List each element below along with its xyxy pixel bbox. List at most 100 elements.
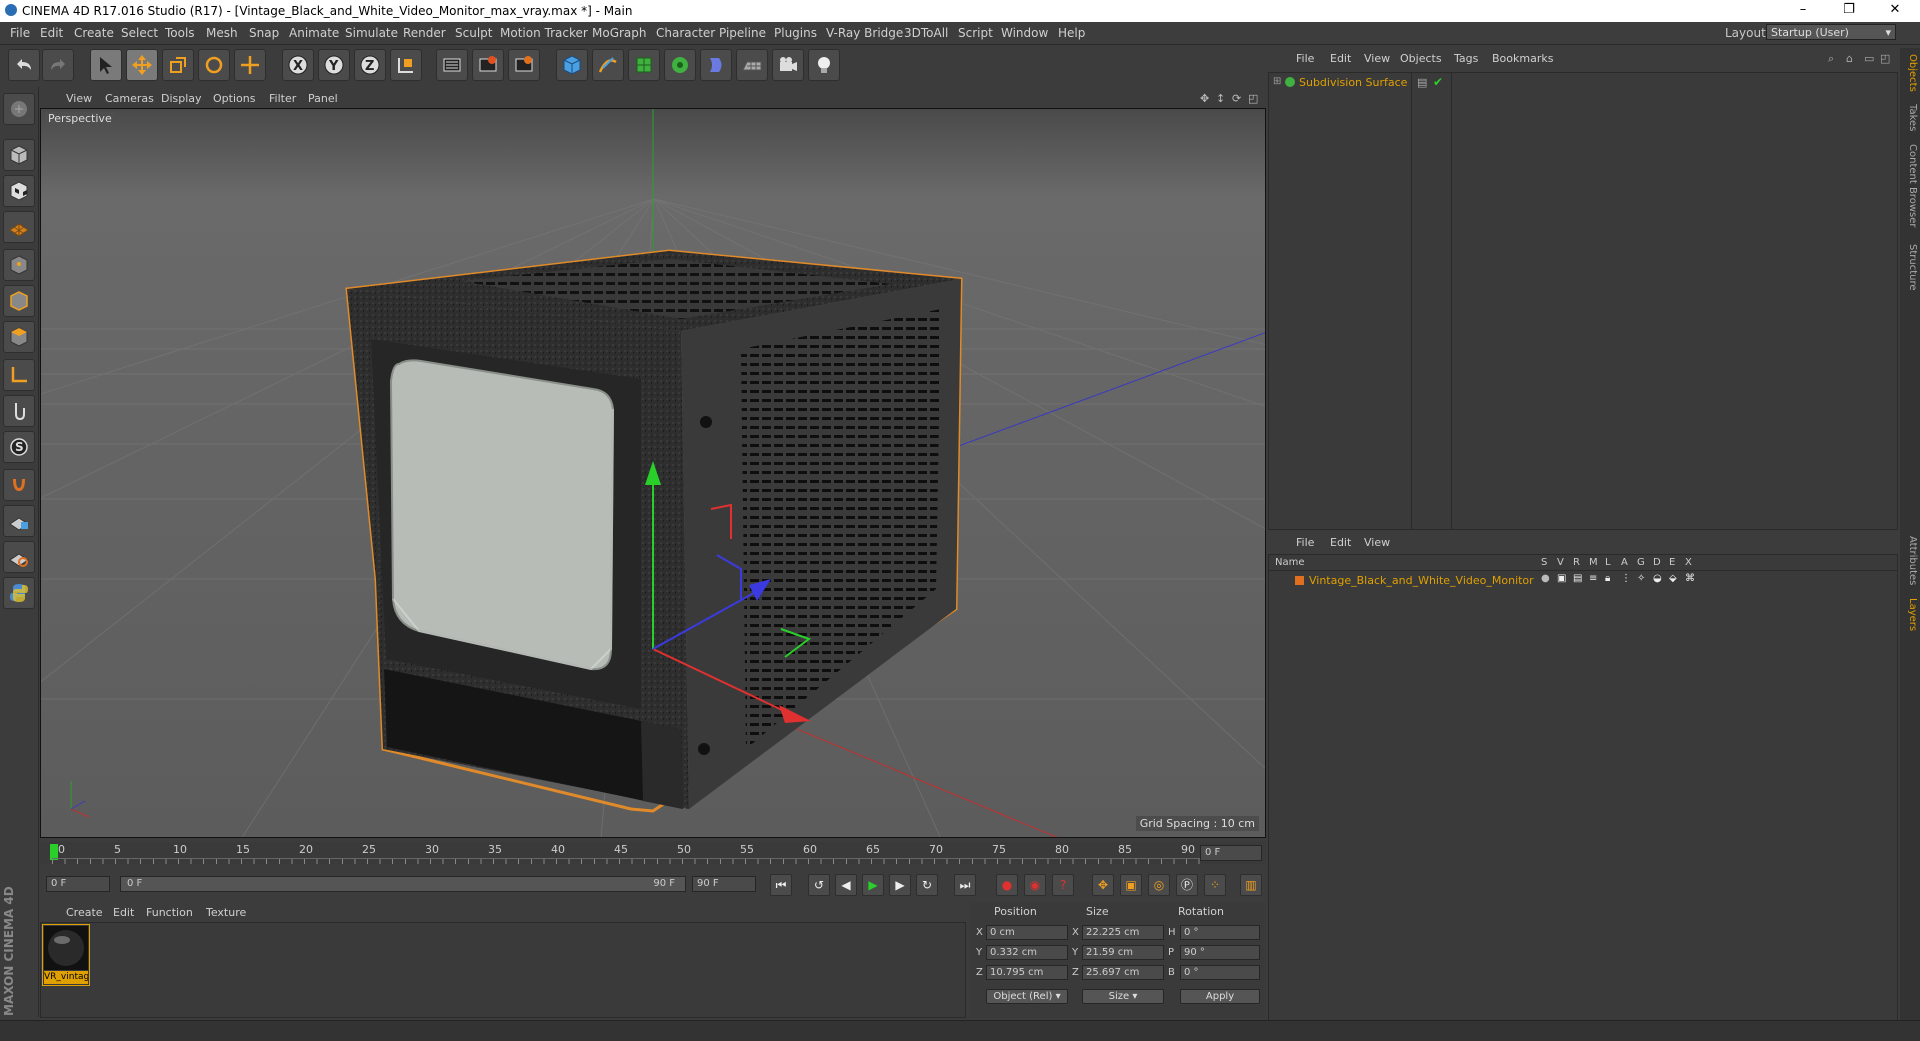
- autokeying-button[interactable]: ◉: [1024, 874, 1046, 896]
- coordinate-mode-dropdown[interactable]: Object (Rel) ▾: [986, 989, 1068, 1004]
- viewport-menu-options[interactable]: Options: [213, 92, 255, 105]
- timeline-ruler[interactable]: 0 5 10 15 20 25 30 35 40 45 50 55 60 65 …: [40, 842, 1266, 864]
- tab-content-browser[interactable]: Content Browser: [1902, 144, 1918, 227]
- layers-menu-view[interactable]: View: [1364, 536, 1390, 549]
- size-x-field[interactable]: 22.225 cm: [1082, 925, 1164, 940]
- layer-deformers-icon[interactable]: ◒: [1653, 573, 1662, 584]
- live-select-button[interactable]: [234, 49, 266, 81]
- go-to-start-button[interactable]: ⏮: [770, 874, 792, 896]
- close-button[interactable]: ✕: [1872, 0, 1918, 22]
- render-view-button[interactable]: [436, 49, 468, 81]
- menu-sculpt[interactable]: Sculpt: [455, 26, 492, 40]
- record-active-objects-button[interactable]: ●: [996, 874, 1018, 896]
- home-icon[interactable]: ⌂: [1846, 52, 1853, 65]
- 3d-viewport[interactable]: Perspective Grid Spacing : 10 cm: [40, 108, 1266, 838]
- enable-snap-button[interactable]: [3, 469, 35, 501]
- object-visibility-icon[interactable]: ▤: [1417, 76, 1427, 89]
- model-mode-button[interactable]: [3, 139, 35, 171]
- layer-row[interactable]: Vintage_Black_and_White_Video_Monitor ● …: [1269, 573, 1897, 589]
- python-button[interactable]: [3, 577, 35, 609]
- viewport-zoom-icon[interactable]: ↕: [1216, 92, 1225, 105]
- menu-snap[interactable]: Snap: [249, 26, 279, 40]
- objects-menu-bookmarks[interactable]: Bookmarks: [1492, 52, 1553, 65]
- camera-button[interactable]: [772, 49, 804, 81]
- timeline-window-button[interactable]: ▥: [1240, 874, 1262, 896]
- viewport-menu-panel[interactable]: Panel: [308, 92, 338, 105]
- menu-3dtoall[interactable]: 3DToAll: [904, 26, 948, 40]
- play-button[interactable]: ▶: [862, 874, 884, 896]
- object-name[interactable]: Subdivision Surface: [1299, 76, 1407, 89]
- layer-expressions-icon[interactable]: ⬙: [1669, 573, 1677, 584]
- rotation-b-field[interactable]: 0 °: [1180, 965, 1260, 980]
- menu-animate[interactable]: Animate: [289, 26, 339, 40]
- texture-mode-button[interactable]: [3, 175, 35, 207]
- tab-layers[interactable]: Layers: [1902, 598, 1918, 631]
- menu-motion-tracker[interactable]: Motion Tracker: [500, 26, 588, 40]
- menu-select[interactable]: Select: [121, 26, 158, 40]
- expand-icon[interactable]: ⊞: [1273, 76, 1281, 87]
- previous-keyframe-button[interactable]: ↺: [808, 874, 830, 896]
- floor-button[interactable]: [736, 49, 768, 81]
- layers-menu-file[interactable]: File: [1296, 536, 1314, 549]
- cloner-button[interactable]: [664, 49, 696, 81]
- make-editable-button[interactable]: [3, 93, 35, 125]
- key-position-button[interactable]: ✥: [1092, 874, 1114, 896]
- viewport-menu-view[interactable]: View: [66, 92, 92, 105]
- x-axis-lock-button[interactable]: X: [282, 49, 314, 81]
- menu-plugins[interactable]: Plugins: [774, 26, 817, 40]
- next-keyframe-button[interactable]: ↻: [916, 874, 938, 896]
- maximize-panel-icon[interactable]: ◰: [1880, 52, 1890, 65]
- key-pla-button[interactable]: ⁘: [1204, 874, 1226, 896]
- position-z-field[interactable]: 10.795 cm: [986, 965, 1068, 980]
- layers-menu-edit[interactable]: Edit: [1330, 536, 1351, 549]
- end-frame-field[interactable]: 90 F: [692, 876, 756, 892]
- tweak-mode-button[interactable]: [3, 395, 35, 427]
- viewport-menu-display[interactable]: Display: [161, 92, 202, 105]
- objects-menu-tags[interactable]: Tags: [1454, 52, 1478, 65]
- layer-name[interactable]: Vintage_Black_and_White_Video_Monitor: [1309, 574, 1534, 587]
- viewport-rotate-icon[interactable]: ⟳: [1232, 92, 1241, 105]
- select-tool-button[interactable]: [90, 49, 122, 81]
- layer-render-icon[interactable]: ▤: [1573, 573, 1582, 584]
- apply-button[interactable]: Apply: [1180, 989, 1260, 1004]
- viewport-pan-icon[interactable]: ✥: [1200, 92, 1209, 105]
- layer-animation-icon[interactable]: ⋮: [1621, 573, 1631, 584]
- scale-tool-button[interactable]: [162, 49, 194, 81]
- key-rotation-button[interactable]: ◎: [1148, 874, 1170, 896]
- position-y-field[interactable]: 0.332 cm: [986, 945, 1068, 960]
- menu-file[interactable]: File: [10, 26, 30, 40]
- go-to-end-button[interactable]: ⏭: [954, 874, 976, 896]
- rotation-h-field[interactable]: 0 °: [1180, 925, 1260, 940]
- tab-attributes[interactable]: Attributes: [1902, 536, 1918, 585]
- menu-vray-bridge[interactable]: V-Ray Bridge: [826, 26, 903, 40]
- y-axis-lock-button[interactable]: Y: [318, 49, 350, 81]
- grid-snap-button[interactable]: [3, 541, 35, 573]
- menu-simulate[interactable]: Simulate: [345, 26, 398, 40]
- material-menu-create[interactable]: Create: [66, 906, 103, 919]
- menu-mograph[interactable]: MoGraph: [592, 26, 647, 40]
- next-frame-button[interactable]: ▶: [889, 874, 911, 896]
- layer-solo-icon[interactable]: ●: [1541, 573, 1550, 584]
- menu-mesh[interactable]: Mesh: [206, 26, 238, 40]
- menu-pipeline[interactable]: Pipeline: [719, 26, 766, 40]
- light-button[interactable]: [808, 49, 840, 81]
- start-frame-field[interactable]: 0 F: [46, 876, 110, 892]
- rotate-tool-button[interactable]: [198, 49, 230, 81]
- menu-help[interactable]: Help: [1058, 26, 1085, 40]
- layer-xrefs-icon[interactable]: ⌘: [1685, 573, 1695, 584]
- checkmark-icon[interactable]: ✔: [1433, 75, 1443, 89]
- size-mode-dropdown[interactable]: Size ▾: [1082, 989, 1164, 1004]
- minimize-button[interactable]: –: [1780, 0, 1826, 22]
- menu-tools[interactable]: Tools: [165, 26, 195, 40]
- redo-button[interactable]: [42, 49, 74, 81]
- new-window-icon[interactable]: ▭: [1864, 52, 1874, 65]
- material-swatch[interactable]: VR_vintage: [42, 924, 90, 986]
- render-settings-button[interactable]: [508, 49, 540, 81]
- undo-button[interactable]: [8, 49, 40, 81]
- menu-render[interactable]: Render: [403, 26, 446, 40]
- workplane-button[interactable]: [3, 211, 35, 243]
- layer-lock-icon[interactable]: 🔒︎: [1605, 573, 1610, 584]
- material-menu-edit[interactable]: Edit: [113, 906, 134, 919]
- objects-menu-edit[interactable]: Edit: [1330, 52, 1351, 65]
- keyframe-selection-button[interactable]: ?: [1052, 874, 1074, 896]
